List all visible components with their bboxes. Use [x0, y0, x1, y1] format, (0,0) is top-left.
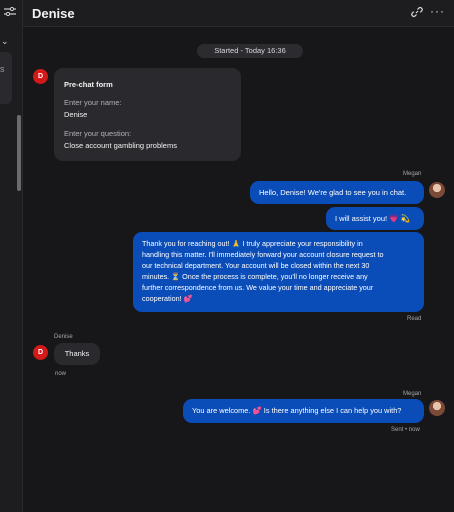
read-status: Read: [407, 316, 422, 322]
agent-message-3-line: Thank you for reaching out! 🙏 I truly ap…: [142, 239, 363, 248]
session-start-pill: Started - Today 16:36: [197, 44, 303, 58]
name-label: Enter your name:: [64, 98, 122, 107]
page-title: Denise: [32, 6, 75, 21]
agent-message-3-line: our technical department. Your account w…: [142, 261, 370, 270]
prechat-form-card: Pre-chat form Enter your name: Denise En…: [54, 68, 241, 161]
sent-status: Sent • now: [391, 427, 420, 433]
visitor-message-time: now: [55, 371, 67, 377]
agent-message-3-line: further correspondence from us. We value…: [142, 283, 374, 292]
agent-message-2-emoji: 💗 💫: [389, 214, 410, 223]
agent-message-4: You are welcome. 💕 Is there anything els…: [183, 399, 424, 423]
agent-message-3-line: minutes. ⏳ Once the process is complete,…: [142, 272, 368, 281]
more-icon[interactable]: ···: [430, 4, 445, 18]
sidebar-scrollbar[interactable]: [17, 115, 21, 191]
chevron-down-icon[interactable]: ⌄: [1, 36, 9, 47]
left-sidebar: ⌄ s: [0, 0, 23, 512]
agent-message-3: Thank you for reaching out! 🙏 I truly ap…: [133, 232, 424, 312]
agent-name: Megan: [403, 391, 422, 397]
link-icon[interactable]: [411, 6, 423, 18]
agent-avatar: [429, 182, 445, 198]
visitor-name: Denise: [54, 334, 73, 340]
chat-area: Started - Today 16:36 D Pre-chat form En…: [23, 27, 454, 512]
selected-conversation[interactable]: [0, 52, 12, 104]
visitor-avatar: D: [33, 345, 48, 360]
agent-message-2: I will assist you! 💗 💫: [326, 207, 424, 230]
agent-message-1: Hello, Denise! We're glad to see you in …: [250, 181, 424, 204]
agent-message-3-line: cooperation! 💕: [142, 294, 193, 303]
name-value: Denise: [64, 110, 88, 119]
visitor-avatar: D: [33, 69, 48, 84]
agent-message-3-line: handling this matter. I'll immediately f…: [142, 250, 384, 259]
sidebar-partial-text: s: [0, 64, 5, 74]
agent-avatar: [429, 400, 445, 416]
agent-name: Megan: [403, 171, 422, 177]
question-value: Close account gambling problems: [64, 141, 177, 150]
visitor-message: Thanks: [54, 343, 100, 365]
agent-message-2-text: I will assist you!: [335, 214, 388, 223]
chat-header: Denise ···: [23, 0, 454, 27]
filter-icon[interactable]: [3, 7, 17, 17]
question-label: Enter your question:: [64, 129, 132, 138]
prechat-title: Pre-chat form: [64, 80, 113, 89]
